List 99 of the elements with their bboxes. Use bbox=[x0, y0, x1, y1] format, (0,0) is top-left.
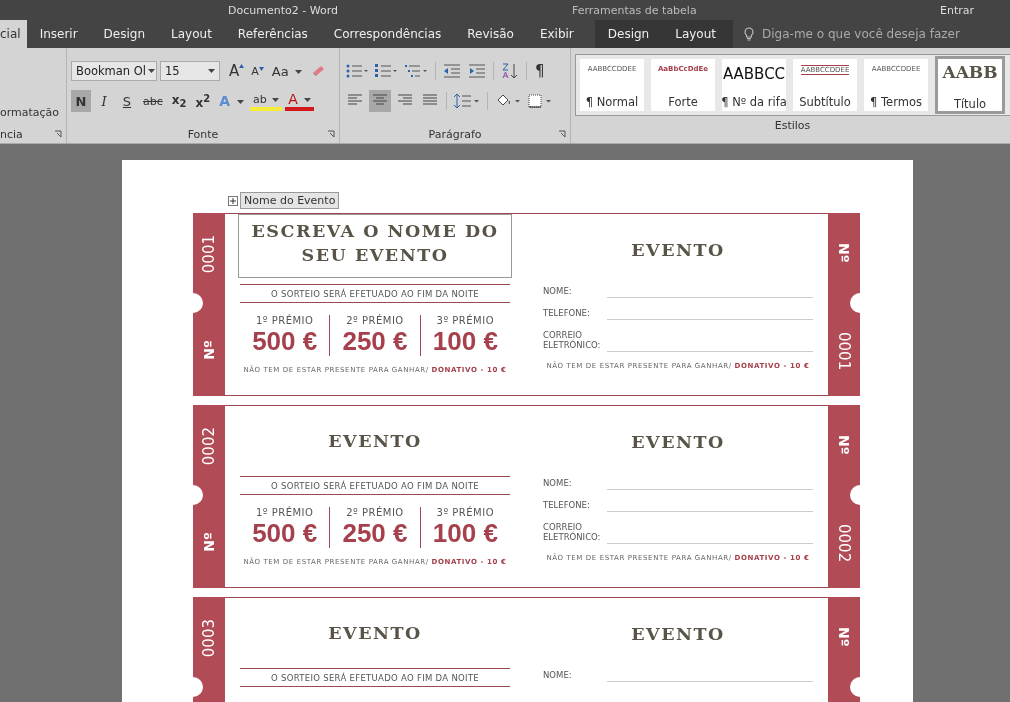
caret-icon bbox=[294, 70, 302, 74]
field-label: TELEFONE: bbox=[543, 308, 591, 318]
borders-icon[interactable] bbox=[528, 93, 554, 109]
ribbon-tab[interactable]: Layout bbox=[158, 20, 225, 48]
style-item[interactable]: AABB Título bbox=[935, 56, 1005, 114]
alignment-icon bbox=[373, 93, 387, 106]
number-label: Nº bbox=[836, 627, 852, 647]
dialog-launcher-icon[interactable] bbox=[558, 130, 566, 138]
prize-label: 2º PRÉMIO bbox=[346, 315, 404, 326]
show-marks-button[interactable]: ¶ bbox=[532, 60, 548, 82]
caret-icon bbox=[208, 69, 215, 73]
prize-label: 3º PRÉMIO bbox=[436, 315, 495, 326]
alignment-icon bbox=[423, 93, 437, 106]
ribbon-tab[interactable]: Design bbox=[90, 20, 159, 48]
group-label: Parágrafo bbox=[428, 127, 482, 141]
group-label: ncia bbox=[0, 127, 23, 141]
prize-amount: 250 € bbox=[342, 326, 408, 356]
decrease-indent-icon[interactable] bbox=[443, 63, 461, 79]
numbered-list-icon[interactable] bbox=[375, 63, 397, 79]
alignment-icon bbox=[348, 93, 362, 106]
prize-label: 1º PRÉMIO bbox=[255, 315, 314, 326]
caret-icon bbox=[272, 97, 280, 102]
prize-label: 1º PRÉMIO bbox=[255, 507, 314, 518]
font-color-button[interactable]: A bbox=[285, 91, 315, 111]
group-label: Fonte bbox=[187, 127, 219, 141]
alignment-icon bbox=[398, 93, 412, 106]
prize-amount: 100 € bbox=[432, 326, 498, 356]
ribbon-tab[interactable]: cial bbox=[0, 20, 27, 48]
prize-label: 3º PRÉMIO bbox=[436, 507, 495, 518]
caret-icon bbox=[304, 98, 312, 102]
caret-icon bbox=[236, 100, 244, 104]
ticket-number: 0003 bbox=[200, 619, 218, 658]
ribbon-tab[interactable]: Inserir bbox=[26, 20, 91, 48]
font-name-dropdown[interactable]: Bookman Ol bbox=[71, 61, 157, 81]
event-title: EVENTO bbox=[631, 431, 725, 454]
tell-me-field[interactable]: Diga-me o que você deseja fazer bbox=[743, 20, 1010, 48]
ribbon-tab[interactable]: Correspondências bbox=[320, 20, 455, 48]
ribbon-tab[interactable]: Design bbox=[594, 20, 663, 48]
format-button[interactable]: S bbox=[117, 90, 137, 112]
context-label: Ferramentas de tabela bbox=[572, 3, 697, 17]
prize-amount: 250 € bbox=[342, 518, 408, 548]
format-button[interactable]: I bbox=[94, 90, 114, 112]
dialog-launcher-icon[interactable] bbox=[54, 130, 62, 138]
content-control-tag[interactable]: Nome do Evento bbox=[240, 192, 340, 209]
highlight-button[interactable]: ab bbox=[249, 91, 283, 111]
event-title-field[interactable]: ESCREVA O NOME DO SEU EVENTO bbox=[238, 214, 512, 278]
draw-note: O SORTEIO SERÁ EFETUADO AO FIM DA NOITE bbox=[240, 669, 510, 687]
number-label: Nº bbox=[201, 340, 217, 360]
increase-indent-icon[interactable] bbox=[468, 63, 486, 79]
prize-amount: 500 € bbox=[252, 518, 318, 548]
move-handle-icon[interactable] bbox=[228, 195, 238, 206]
event-title: EVENTO bbox=[631, 239, 725, 262]
font-size-dropdown[interactable]: 15 bbox=[160, 61, 220, 81]
event-title: EVENTO bbox=[328, 430, 422, 453]
group-label: Estilos bbox=[774, 118, 811, 132]
change-case-button[interactable]: Aa bbox=[268, 60, 305, 82]
ribbon-tab[interactable]: Layout bbox=[662, 20, 729, 48]
ticket-number: 0001 bbox=[835, 331, 853, 370]
ribbon-tab[interactable]: Referências bbox=[224, 20, 321, 48]
ribbon-tab[interactable]: Exibir bbox=[526, 20, 587, 48]
window-title: Documento2 - Word bbox=[228, 3, 338, 17]
ticket-number: 0002 bbox=[200, 427, 218, 466]
sort-icon[interactable] bbox=[501, 62, 519, 80]
up-arrow-icon bbox=[239, 64, 245, 68]
number-label: Nº bbox=[201, 532, 217, 552]
format-button[interactable]: abc bbox=[140, 90, 166, 112]
dialog-launcher-icon[interactable] bbox=[327, 130, 335, 138]
draw-note: O SORTEIO SERÁ EFETUADO AO FIM DA NOITE bbox=[240, 285, 510, 303]
format-button[interactable]: x$_{2}$ bbox=[168, 90, 190, 112]
prize-amount: 500 € bbox=[252, 326, 318, 356]
number-label: Nº bbox=[836, 435, 852, 455]
multilevel-list-icon[interactable] bbox=[404, 63, 428, 79]
grow-font-button[interactable]: A bbox=[227, 60, 247, 82]
prize-label: 2º PRÉMIO bbox=[346, 507, 404, 518]
format-painter-label[interactable]: ormatação bbox=[0, 106, 66, 119]
ribbon-tab[interactable]: Revisão bbox=[454, 20, 527, 48]
field-label: CORREIO ELETRÓNICO: bbox=[543, 330, 602, 350]
lightbulb-icon bbox=[743, 27, 755, 41]
field-label: CORREIO ELETRÓNICO: bbox=[543, 522, 602, 542]
number-label: Nº bbox=[836, 243, 852, 263]
prize-amount: 100 € bbox=[432, 518, 498, 548]
event-title: EVENTO bbox=[328, 622, 422, 645]
sign-in-link[interactable]: Entrar bbox=[940, 3, 975, 17]
format-button[interactable]: N bbox=[71, 90, 91, 112]
draw-note: O SORTEIO SERÁ EFETUADO AO FIM DA NOITE bbox=[240, 477, 510, 495]
down-arrow-icon bbox=[258, 66, 264, 71]
format-button[interactable]: x$^{2}$ bbox=[192, 90, 214, 112]
caret-icon bbox=[148, 69, 156, 73]
ticket-number: 0001 bbox=[200, 235, 218, 274]
field-label: TELEFONE: bbox=[543, 500, 591, 510]
field-label: NOME: bbox=[543, 670, 573, 680]
event-title: EVENTO bbox=[631, 623, 725, 646]
ticket-number: 0002 bbox=[835, 523, 853, 562]
shrink-font-button[interactable]: A bbox=[249, 60, 266, 82]
line-spacing-icon[interactable] bbox=[454, 93, 480, 109]
field-label: NOME: bbox=[543, 286, 573, 296]
field-label: NOME: bbox=[543, 478, 573, 488]
style-item[interactable]: AABBCC ¶ Nº da rifa bbox=[722, 59, 786, 111]
bullet-list-icon[interactable] bbox=[346, 63, 368, 79]
